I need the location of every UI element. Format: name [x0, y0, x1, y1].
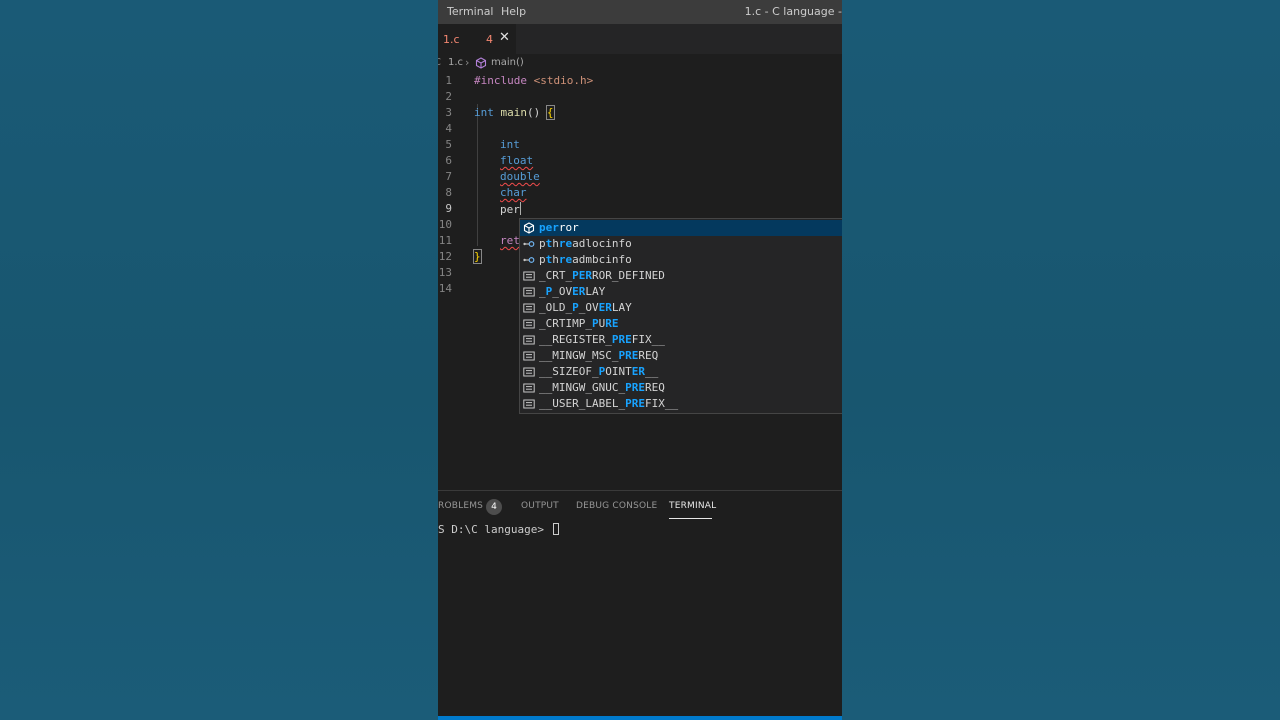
- line-number: 2: [445, 90, 452, 103]
- suggestion-item[interactable]: _CRT_PERROR_DEFINED: [520, 268, 842, 284]
- text-icon: [523, 303, 535, 313]
- line-number: 6: [445, 154, 452, 167]
- code-line-5: int: [500, 138, 520, 151]
- indent-guide: [477, 104, 478, 246]
- code-line-9: per: [500, 202, 521, 216]
- line-number: 10: [438, 218, 452, 231]
- editor-tab-bar: 1.c 4 ✕: [438, 24, 842, 54]
- breadcrumb-symbol[interactable]: main(): [491, 57, 524, 68]
- suggestion-item[interactable]: __REGISTER_PREFIX__: [520, 332, 842, 348]
- suggestion-item[interactable]: __USER_LABEL_PREFIX__: [520, 396, 842, 412]
- terminal-prompt-line[interactable]: S D:\C language>: [438, 523, 559, 536]
- suggestion-item[interactable]: pthreadmbcinfo: [520, 252, 842, 268]
- field-icon: [523, 241, 535, 247]
- text-cursor: [519, 202, 521, 215]
- suggestion-item[interactable]: pthreadlocinfo: [520, 236, 842, 252]
- title-bar: Terminal Help 1.c - C language -: [438, 0, 842, 24]
- tab-debug-console[interactable]: DEBUG CONSOLE: [576, 501, 657, 511]
- code-line-1: #include <stdio.h>: [474, 74, 593, 87]
- active-tab-indicator: [669, 518, 712, 519]
- function-name: main: [500, 106, 528, 119]
- autocomplete-suggest-widget: perror pthreadlocinfo pthreadmbcinfo _CR…: [519, 218, 842, 414]
- suggestion-item[interactable]: __SIZEOF_POINTER__: [520, 364, 842, 380]
- background-right: [842, 0, 1280, 720]
- line-number: 11: [438, 234, 452, 247]
- preprocessor-directive: #include: [474, 74, 527, 87]
- suggestion-label: pthreadmbcinfo: [539, 253, 632, 266]
- line-number: 12: [438, 250, 452, 263]
- suggestion-label: __REGISTER_PREFIX__: [539, 333, 665, 346]
- window-title: 1.c - C language -: [744, 5, 842, 18]
- suggestion-item[interactable]: _OLD_P_OVERLAY: [520, 300, 842, 316]
- suggestion-item[interactable]: _P_OVERLAY: [520, 284, 842, 300]
- status-bar: [438, 716, 842, 720]
- keyword-int: int: [474, 106, 494, 119]
- typed-text: per: [500, 203, 520, 216]
- suggestion-label: _OLD_P_OVERLAY: [539, 301, 632, 314]
- tab-problems[interactable]: ROBLEMS: [438, 501, 483, 511]
- c-file-icon: C: [438, 57, 441, 68]
- field-icon: [523, 257, 535, 263]
- text-icon: [523, 367, 535, 377]
- suggestion-label: _P_OVERLAY: [539, 285, 606, 298]
- include-header: <stdio.h>: [526, 74, 594, 87]
- suggestion-label: pthreadlocinfo: [539, 237, 632, 250]
- tab-1c[interactable]: 1.c 4 ✕: [438, 24, 516, 54]
- bottom-panel: ROBLEMS 4 OUTPUT DEBUG CONSOLE TERMINAL …: [438, 490, 842, 717]
- line-number: 4: [445, 122, 452, 135]
- suggestion-label: __MINGW_GNUC_PREREQ: [539, 381, 665, 394]
- symbol-method-icon: [475, 57, 487, 69]
- background-left: [0, 0, 438, 720]
- close-brace: }: [473, 249, 482, 264]
- tab-output[interactable]: OUTPUT: [521, 501, 559, 511]
- code-line-7: double: [500, 170, 540, 183]
- text-icon: [523, 335, 535, 345]
- text-icon: [523, 383, 535, 393]
- suggestion-item[interactable]: __MINGW_MSC_PREREQ: [520, 348, 842, 364]
- breadcrumb-file[interactable]: 1.c: [448, 57, 463, 68]
- tab-terminal[interactable]: TERMINAL: [669, 501, 716, 511]
- code-line-3: int main() {: [474, 105, 555, 120]
- line-number: 5: [445, 138, 452, 151]
- menu-help[interactable]: Help: [501, 5, 526, 18]
- terminal-cursor: [552, 523, 559, 535]
- terminal-prompt: S D:\C language>: [438, 523, 551, 536]
- code-line-11: ret: [500, 234, 520, 247]
- suggestion-label: perror: [539, 221, 579, 234]
- vscode-window: Terminal Help 1.c - C language - 1.c 4 ✕…: [438, 0, 842, 720]
- line-number-active: 9: [445, 202, 452, 215]
- tab-filename: 1.c: [443, 33, 460, 46]
- menu-terminal[interactable]: Terminal: [447, 5, 494, 18]
- line-number: 14: [438, 282, 452, 295]
- suggestion-label: __USER_LABEL_PREFIX__: [539, 397, 679, 410]
- tab-problem-count: 4: [486, 33, 493, 46]
- text-icon: [523, 319, 535, 329]
- cube-icon: [523, 222, 535, 234]
- line-number: 1: [445, 74, 452, 87]
- suggestion-item[interactable]: _CRTIMP_PURE: [520, 316, 842, 332]
- line-number: 3: [445, 106, 452, 119]
- suggestion-label: _CRTIMP_PURE: [539, 317, 619, 330]
- suggestion-item[interactable]: perror: [520, 220, 842, 236]
- chevron-right-icon: ›: [465, 56, 470, 69]
- suggestion-label: _CRT_PERROR_DEFINED: [539, 269, 665, 282]
- suggestion-label: __MINGW_MSC_PREREQ: [539, 349, 659, 362]
- line-number: 13: [438, 266, 452, 279]
- line-number: 8: [445, 186, 452, 199]
- text-icon: [523, 399, 535, 409]
- parens: (): [527, 106, 547, 119]
- code-line-6: float: [500, 154, 534, 167]
- suggestion-label: __SIZEOF_POINTER__: [539, 365, 659, 378]
- open-brace: {: [545, 105, 555, 120]
- problems-badge: 4: [486, 499, 502, 515]
- text-icon: [523, 351, 535, 361]
- text-icon: [523, 271, 535, 281]
- text-icon: [523, 287, 535, 297]
- code-line-8: char: [500, 186, 527, 199]
- line-number: 7: [445, 170, 452, 183]
- suggestion-item[interactable]: __MINGW_GNUC_PREREQ: [520, 380, 842, 396]
- close-icon[interactable]: ✕: [499, 30, 510, 45]
